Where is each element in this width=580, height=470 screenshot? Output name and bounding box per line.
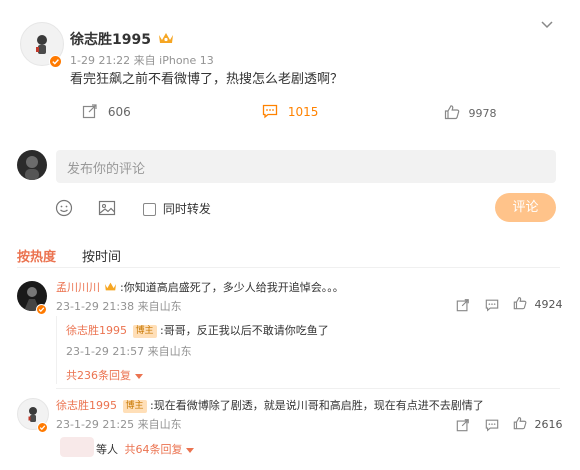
comment-verified-icon (36, 300, 47, 315)
comment-body: 徐志胜1995 博主 :现在看微博除了剧透，就是说川哥和高启胜，现在有点进不去剧… (56, 397, 484, 413)
collapse-chevron-icon[interactable] (539, 16, 555, 32)
more-replies-label[interactable]: 共64条回复 (125, 443, 183, 456)
comment-input[interactable]: 发布你的评论 (56, 150, 556, 183)
caret-down-icon (186, 444, 194, 457)
author-tag: 博主 (132, 325, 157, 338)
repost-button[interactable]: 606 (82, 103, 131, 122)
tab-sort-hot-label: 按热度 (17, 250, 57, 265)
post-author-row: 徐志胜1995 (70, 29, 174, 49)
comment-body: 孟川川川 :你知道高启盛死了，多少人给我开追悼会。。。 (56, 279, 344, 295)
comment-user-name[interactable]: 孟川川川 (56, 281, 100, 294)
more-replies-link[interactable]: 共236条回复 (66, 367, 143, 383)
comment-reply-button[interactable] (485, 297, 499, 312)
post-meta: 1-29 21:22 来自 iPhone 13 (70, 54, 214, 67)
caret-down-icon (134, 370, 143, 383)
share-icon (456, 299, 469, 312)
comment-share-button[interactable] (456, 297, 470, 312)
like-button[interactable]: 9978 (444, 104, 497, 123)
reply-user-name[interactable]: 徐志胜1995 (66, 324, 127, 337)
comment-button[interactable]: 1015 (262, 103, 318, 122)
repost-count: 606 (107, 105, 131, 119)
comment-count: 1015 (287, 105, 319, 119)
repost-toggle-label: 同时转发 (162, 202, 211, 216)
comment-icon (262, 103, 278, 122)
reply-text: :哥哥，反正我以后不敢请你吃鱼了 (160, 324, 329, 337)
verified-badge-icon (49, 53, 62, 68)
comment-share-button[interactable] (456, 417, 470, 432)
like-count: 9978 (468, 106, 497, 120)
reply-icon (485, 299, 499, 312)
replier-avatars-blurred (60, 437, 94, 457)
comment-like-count: 2616 (534, 417, 563, 431)
repost-toggle[interactable]: 同时转发 (143, 200, 211, 217)
comment-user-name[interactable]: 徐志胜1995 (56, 399, 117, 412)
reply-meta: 23-1-29 21:57 来自山东 (66, 345, 192, 358)
reply-body: 徐志胜1995 博主 :哥哥，反正我以后不敢请你吃鱼了 (66, 322, 329, 338)
author-tag: 博主 (122, 400, 147, 413)
emoji-button[interactable] (55, 199, 73, 217)
more-replies-row[interactable]: 等人 共64条回复 (96, 441, 194, 457)
image-button[interactable] (98, 199, 116, 217)
tab-sort-time[interactable]: 按时间 (82, 246, 121, 265)
comment-like-button[interactable]: 2616 (513, 416, 563, 433)
comment-text: :现在看微博除了剧透，就是说川哥和高启胜，现在有点进不去剧情了 (150, 399, 484, 412)
comment-input-placeholder: 发布你的评论 (67, 162, 146, 177)
thumbs-up-icon (444, 104, 460, 123)
comment-meta: 23-1-29 21:38 来自山东 (56, 300, 182, 313)
divider (17, 267, 560, 268)
comment-verified-icon (37, 418, 48, 433)
comment-text: :你知道高启盛死了，多少人给我开追悼会。。。 (120, 281, 344, 294)
more-replies-label: 共236条回复 (66, 369, 131, 382)
repost-checkbox[interactable] (143, 203, 156, 216)
repost-icon (82, 103, 98, 122)
thumbs-up-icon (513, 296, 527, 313)
comment-like-count: 4924 (534, 297, 563, 311)
image-icon (98, 200, 116, 216)
current-user-avatar[interactable] (17, 150, 47, 180)
post-content: 看完狂飙之前不看微博了，热搜怎么老剧透啊？ (70, 72, 344, 87)
vip-crown-icon (104, 281, 117, 295)
comment-meta: 23-1-29 21:25 来自山东 (56, 418, 182, 431)
tab-sort-hot[interactable]: 按热度 (17, 246, 56, 265)
tab-sort-time-label: 按时间 (82, 250, 122, 265)
reply-icon (485, 419, 499, 432)
emoji-icon (55, 199, 73, 217)
submit-comment-label: 评论 (512, 200, 539, 215)
comment-reply-button[interactable] (485, 417, 499, 432)
submit-comment-button[interactable]: 评论 (495, 193, 556, 222)
more-replies-prefix: 等人 (96, 443, 118, 456)
vip-crown-icon (158, 31, 174, 49)
reply-thread-line (56, 316, 58, 384)
thumbs-up-icon (513, 416, 527, 433)
comment-like-button[interactable]: 4924 (513, 296, 563, 313)
divider (56, 388, 560, 389)
post-author-name[interactable]: 徐志胜1995 (70, 32, 151, 48)
share-icon (456, 419, 469, 432)
